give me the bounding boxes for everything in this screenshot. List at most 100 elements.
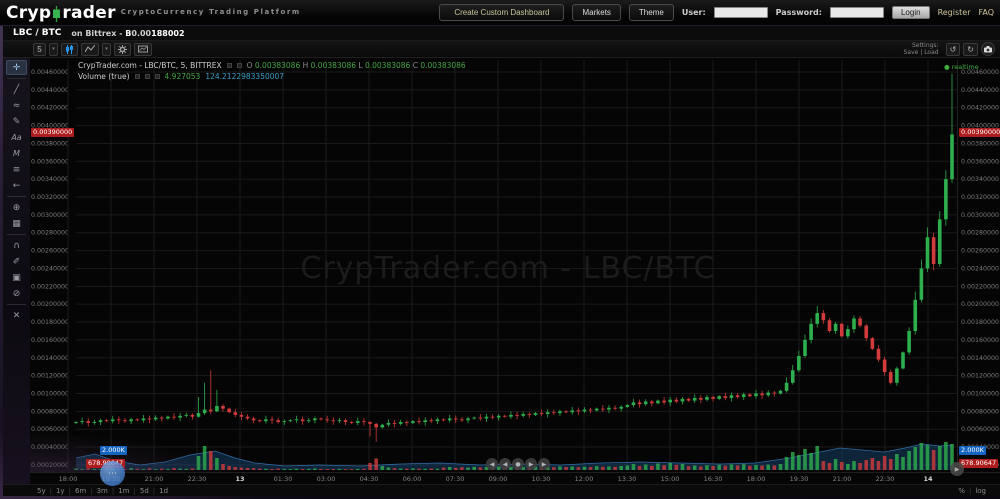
- time-axis[interactable]: 18:0019:3021:0022:301301:3003:0004:3006:…: [30, 472, 1000, 484]
- volume-bar: [613, 467, 617, 470]
- draw-mode-tool-icon[interactable]: ✐: [6, 254, 27, 269]
- indicators-dropdown-icon[interactable]: ▾: [102, 43, 111, 56]
- fib-tool-icon[interactable]: ≡: [6, 162, 27, 177]
- trend-line-icon[interactable]: ╱: [6, 82, 27, 97]
- chat-bubble-button[interactable]: ⋯: [100, 461, 125, 486]
- login-button[interactable]: Login: [892, 6, 930, 19]
- lock-tool-icon[interactable]: ▣: [6, 270, 27, 285]
- volume-bar: [148, 468, 152, 470]
- volume-bar: [258, 469, 262, 471]
- candle: [895, 368, 899, 382]
- candle: [607, 408, 611, 410]
- interval-dropdown-icon[interactable]: ▾: [49, 43, 58, 56]
- zoom-tool-icon[interactable]: ⊕: [6, 200, 27, 215]
- chart-settings-button[interactable]: [114, 43, 131, 56]
- volume-bar: [172, 468, 176, 470]
- range-button-5y[interactable]: 5y: [33, 487, 50, 495]
- candle: [417, 421, 421, 422]
- pattern-tool-icon[interactable]: M: [6, 146, 27, 161]
- password-input[interactable]: [830, 7, 884, 18]
- hide-tool-icon[interactable]: ⊘: [6, 286, 27, 301]
- volume-bar: [809, 453, 813, 470]
- volume-bar: [889, 459, 893, 470]
- volume-bar: [270, 469, 274, 470]
- volume-close-icon[interactable]: [155, 74, 160, 79]
- volume-value: 4.927053: [165, 72, 201, 81]
- chart-nav-button-1[interactable]: ◀: [499, 458, 511, 470]
- chart-legend-row2: Volume (true) 4.927053 124.2122983350007: [78, 72, 284, 81]
- range-button-1y[interactable]: 1y: [52, 487, 69, 495]
- volume-value-label-left: 2.000K: [100, 446, 127, 455]
- scale-button-%[interactable]: %: [954, 487, 969, 495]
- scale-button-log[interactable]: log: [971, 487, 990, 495]
- range-button-3m[interactable]: 3m: [93, 487, 112, 495]
- register-link[interactable]: Register: [938, 8, 971, 17]
- delete-tool-icon[interactable]: ✕: [6, 308, 27, 323]
- ohlc-values: O 0.00383086 H 0.00383086 L 0.00383086 C…: [247, 61, 466, 70]
- faq-link[interactable]: FAQ: [979, 8, 995, 17]
- markets-button[interactable]: Markets: [572, 4, 620, 21]
- close-label: C: [413, 61, 418, 70]
- text-tool-icon[interactable]: Aa: [6, 130, 27, 145]
- chart-nav-button-2[interactable]: ●: [512, 458, 524, 470]
- volume-bar: [589, 467, 593, 470]
- volume-bar: [595, 466, 599, 470]
- interval-button[interactable]: 5: [33, 43, 46, 56]
- stats-tool-icon[interactable]: ▦: [6, 216, 27, 231]
- volume-toggle-icon[interactable]: [135, 74, 140, 79]
- arrow-tool-icon[interactable]: ←: [6, 178, 27, 193]
- create-dashboard-button[interactable]: Create Custom Dashboard: [439, 4, 564, 21]
- candlestick-logo-icon: [52, 6, 61, 22]
- theme-button[interactable]: Theme: [629, 4, 674, 21]
- volume-bar: [442, 468, 446, 471]
- y-axis-label: 0.00320000: [961, 194, 999, 201]
- range-button-6m[interactable]: 6m: [71, 487, 90, 495]
- indicators-button[interactable]: [81, 43, 99, 56]
- candle: [264, 419, 268, 421]
- candle: [834, 324, 838, 331]
- scroll-to-realtime-button[interactable]: ▶: [950, 462, 964, 476]
- legend-toggle-icon[interactable]: [227, 63, 232, 68]
- range-button-5d[interactable]: 5d: [136, 487, 153, 495]
- range-button-1m[interactable]: 1m: [114, 487, 133, 495]
- candlestick-chart: 0.004600000.004600000.004400000.00440000…: [30, 58, 1000, 472]
- y-axis-label: 0.00080000: [961, 408, 999, 415]
- volume-settings-icon[interactable]: [145, 74, 150, 79]
- chart-nav-button-0[interactable]: ◀: [486, 458, 498, 470]
- undo-button[interactable]: ↺: [946, 43, 961, 56]
- crosshair-icon[interactable]: ✛: [6, 60, 27, 75]
- toolbar-divider: [7, 304, 26, 305]
- chart-stage[interactable]: 0.004600000.004600000.004400000.00440000…: [30, 58, 1000, 472]
- compare-button[interactable]: [134, 43, 152, 56]
- wave-tool-icon[interactable]: ≈: [6, 98, 27, 113]
- brush-tool-icon[interactable]: ✎: [6, 114, 27, 129]
- candle: [662, 401, 666, 403]
- user-input[interactable]: [714, 7, 768, 18]
- exchange-label: on Bittrex -: [71, 29, 122, 38]
- candle: [877, 349, 881, 360]
- redo-button[interactable]: ↻: [963, 43, 978, 56]
- volume-red-label-right: 678.90647: [959, 459, 998, 468]
- candle: [503, 416, 507, 417]
- volume-bar: [178, 469, 182, 471]
- chart-nav-button-3[interactable]: ▶: [525, 458, 537, 470]
- candle: [583, 410, 587, 412]
- candle: [270, 419, 274, 420]
- volume-bar: [350, 469, 354, 470]
- range-button-1d[interactable]: 1d: [155, 487, 172, 495]
- x-axis-label: 13:30: [618, 475, 637, 483]
- candle: [301, 419, 305, 421]
- volume-bar: [681, 464, 685, 470]
- y-axis-label: 0.00260000: [31, 248, 69, 255]
- chart-nav-button-4[interactable]: ▶: [538, 458, 550, 470]
- candle: [442, 419, 446, 420]
- legend-settings-icon[interactable]: [237, 63, 242, 68]
- candle: [846, 329, 850, 336]
- volume-bar: [840, 462, 844, 470]
- current-price-label-left: 0.00390000: [31, 128, 74, 137]
- magnet-tool-icon[interactable]: ∩: [6, 238, 27, 253]
- saveload-label[interactable]: Save | Load: [904, 49, 939, 57]
- x-axis-label: 15:00: [661, 475, 680, 483]
- snapshot-button[interactable]: [981, 42, 995, 56]
- chart-type-button[interactable]: [61, 43, 78, 56]
